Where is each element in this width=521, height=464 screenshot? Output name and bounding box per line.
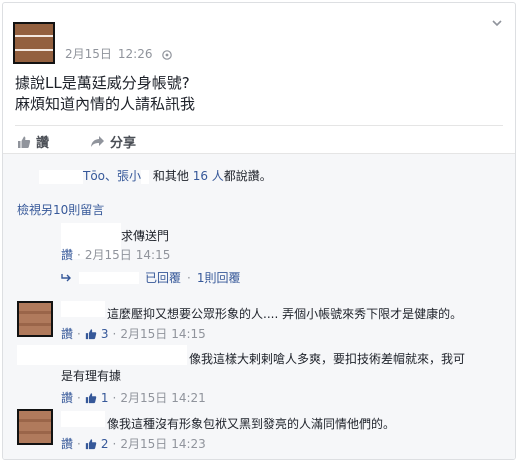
comment-text-line-2: 是有理有據 [61, 369, 122, 383]
comment-like-link[interactable]: 讚 [61, 325, 73, 342]
comment-like-link[interactable]: 讚 [61, 389, 73, 406]
comment-like-count[interactable]: 1 [101, 391, 109, 405]
reply-count-label[interactable]: 1則回覆 [197, 269, 241, 286]
reply-author-label[interactable]: 已回覆 [145, 269, 181, 286]
likes-count-link[interactable]: 16 人 [193, 169, 224, 183]
post-body: 據說LL是萬廷威分身帳號? 麻煩知道內情的人請私訊我 [15, 73, 195, 115]
comment-meta: 讚 · 2 · 2月15日 14:23 [61, 435, 206, 452]
likes-summary: Tōo、張小 和其他 16 人都說讚。 [3, 153, 515, 192]
commenter-avatar[interactable] [17, 409, 53, 445]
comment-date[interactable]: 2月15日 [120, 325, 167, 342]
redacted-name [39, 169, 83, 184]
share-icon [90, 135, 105, 148]
privacy-icon [162, 49, 173, 60]
redacted-avatar [17, 345, 187, 365]
share-label: 分享 [110, 136, 137, 151]
comment-like-link[interactable]: 讚 [61, 435, 73, 452]
post-timestamp[interactable]: 2月15日 12:26 [65, 45, 178, 62]
liker-name-2[interactable]: 、張小 [105, 169, 141, 183]
redacted-name [79, 271, 139, 284]
reply-arrow-icon [61, 273, 73, 283]
chevron-down-icon[interactable] [491, 17, 503, 29]
redacted-name [141, 169, 150, 184]
like-count-icon [85, 328, 97, 340]
comment-text: 求傳送門 [121, 229, 170, 243]
comment-meta: 讚 · 1 · 2月15日 14:21 [61, 389, 206, 406]
redacted-name [61, 301, 105, 317]
like-count-icon [85, 438, 97, 450]
comment-text: 像我這種沒有形象包袱又黑到發亮的人滿同情他們的。 [107, 417, 396, 431]
comment-date[interactable]: 2月15日 [120, 435, 167, 452]
comment-time[interactable]: 14:21 [171, 391, 206, 405]
comment-text: 這麼壓抑又想要公眾形象的人.... 弄個小帳號來秀下限才是健康的。 [107, 307, 463, 321]
comment-date[interactable]: 2月15日 [85, 246, 132, 263]
likes-and-others: 和其他 [152, 169, 189, 183]
comment-text-line-1: 像我這樣大剌剌嗆人多爽，要扣技術差帽就來，我可 [189, 352, 466, 366]
post-card: 2月15日 12:26 據說LL是萬廷威分身帳號? 麻煩知道內情的人請私訊我 讚 … [2, 2, 516, 460]
comment-like-link[interactable]: 讚 [61, 246, 73, 263]
reply-summary[interactable]: 已回覆 · 1則回覆 [61, 269, 240, 286]
divider [15, 125, 503, 126]
redacted-name [61, 411, 105, 427]
comment-time[interactable]: 14:23 [171, 437, 206, 451]
view-more-comments-link[interactable]: 檢視另10則留言 [17, 201, 104, 218]
like-label: 讚 [36, 136, 50, 151]
comment-time[interactable]: 14:15 [136, 248, 171, 262]
comment-like-count[interactable]: 2 [101, 437, 109, 451]
like-count-icon [85, 392, 97, 404]
thumbs-up-icon [17, 135, 31, 149]
commenter-avatar[interactable] [17, 301, 53, 337]
comment-time[interactable]: 14:15 [171, 327, 206, 341]
comment-like-count[interactable]: 3 [101, 327, 109, 341]
comment-meta: 讚 · 2月15日 14:15 [61, 246, 171, 263]
comment-date[interactable]: 2月15日 [120, 389, 167, 406]
poster-avatar[interactable] [13, 22, 55, 64]
likes-suffix: 都說讚。 [223, 169, 272, 183]
post-line-1: 據說LL是萬廷威分身帳號? [15, 74, 190, 92]
share-button[interactable]: 分享 [90, 132, 136, 151]
comment-meta: 讚 · 3 · 2月15日 14:15 [61, 325, 206, 342]
post-date[interactable]: 2月15日 [65, 47, 112, 61]
like-button[interactable]: 讚 [17, 132, 49, 151]
post-time[interactable]: 12:26 [118, 47, 153, 61]
post-line-2: 麻煩知道內情的人請私訊我 [15, 95, 196, 113]
liker-name-1[interactable]: Tōo [83, 169, 105, 183]
